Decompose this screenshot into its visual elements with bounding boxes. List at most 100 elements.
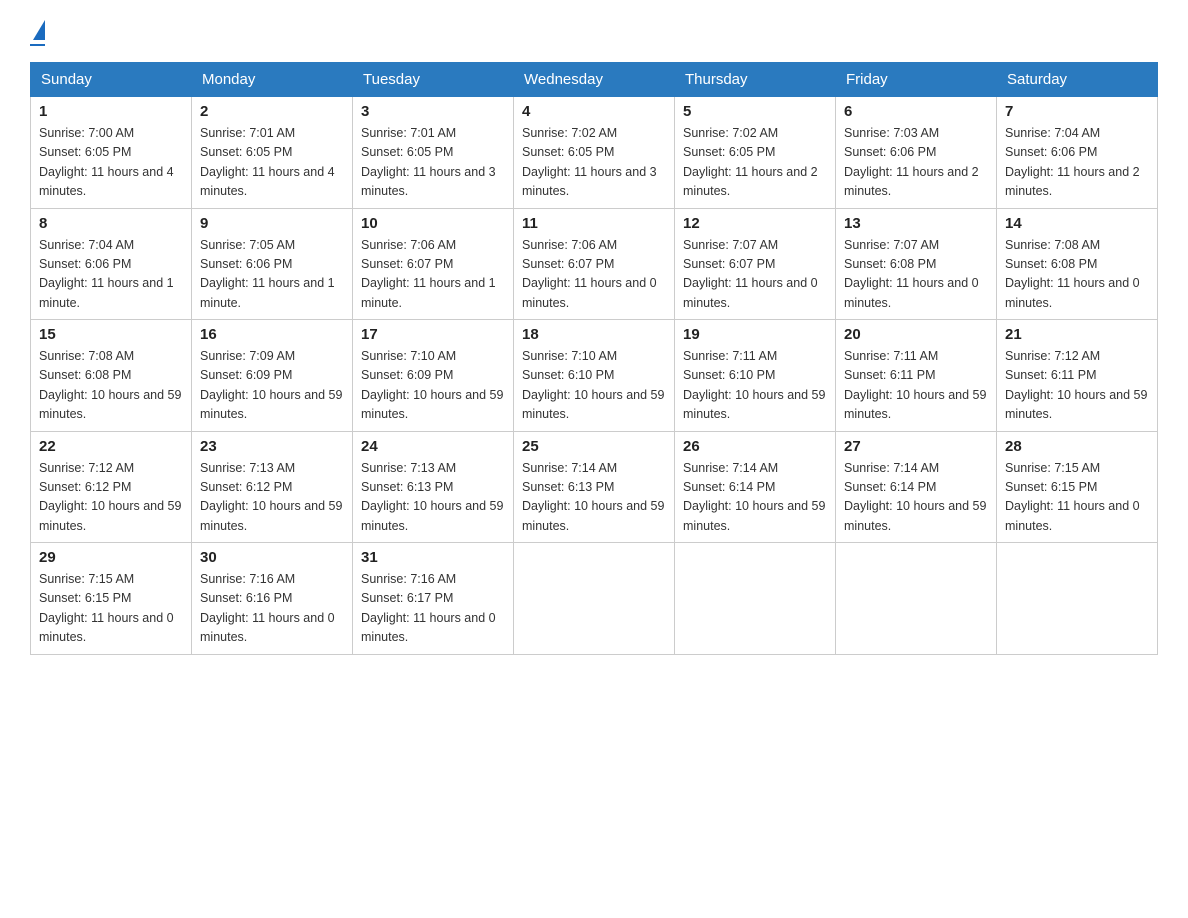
calendar-day-cell: 24 Sunrise: 7:13 AMSunset: 6:13 PMDaylig… bbox=[353, 431, 514, 543]
day-number: 10 bbox=[361, 215, 505, 232]
calendar-day-cell: 6 Sunrise: 7:03 AMSunset: 6:06 PMDayligh… bbox=[836, 97, 997, 209]
day-info: Sunrise: 7:12 AMSunset: 6:12 PMDaylight:… bbox=[39, 461, 181, 533]
day-info: Sunrise: 7:16 AMSunset: 6:17 PMDaylight:… bbox=[361, 572, 496, 644]
day-info: Sunrise: 7:15 AMSunset: 6:15 PMDaylight:… bbox=[1005, 461, 1140, 533]
day-number: 4 bbox=[522, 103, 666, 120]
day-info: Sunrise: 7:14 AMSunset: 6:13 PMDaylight:… bbox=[522, 461, 664, 533]
calendar-table: SundayMondayTuesdayWednesdayThursdayFrid… bbox=[30, 62, 1158, 655]
calendar-day-cell bbox=[675, 543, 836, 655]
day-info: Sunrise: 7:15 AMSunset: 6:15 PMDaylight:… bbox=[39, 572, 174, 644]
day-info: Sunrise: 7:13 AMSunset: 6:12 PMDaylight:… bbox=[200, 461, 342, 533]
calendar-week-row: 22 Sunrise: 7:12 AMSunset: 6:12 PMDaylig… bbox=[31, 431, 1158, 543]
day-info: Sunrise: 7:03 AMSunset: 6:06 PMDaylight:… bbox=[844, 126, 979, 198]
day-number: 13 bbox=[844, 215, 988, 232]
calendar-day-cell: 3 Sunrise: 7:01 AMSunset: 6:05 PMDayligh… bbox=[353, 97, 514, 209]
day-number: 1 bbox=[39, 103, 183, 120]
day-number: 11 bbox=[522, 215, 666, 232]
day-number: 31 bbox=[361, 549, 505, 566]
calendar-day-cell: 28 Sunrise: 7:15 AMSunset: 6:15 PMDaylig… bbox=[997, 431, 1158, 543]
calendar-day-cell: 10 Sunrise: 7:06 AMSunset: 6:07 PMDaylig… bbox=[353, 208, 514, 320]
day-number: 14 bbox=[1005, 215, 1149, 232]
day-number: 17 bbox=[361, 326, 505, 343]
calendar-week-row: 8 Sunrise: 7:04 AMSunset: 6:06 PMDayligh… bbox=[31, 208, 1158, 320]
day-info: Sunrise: 7:02 AMSunset: 6:05 PMDaylight:… bbox=[522, 126, 657, 198]
day-info: Sunrise: 7:14 AMSunset: 6:14 PMDaylight:… bbox=[844, 461, 986, 533]
calendar-day-cell: 19 Sunrise: 7:11 AMSunset: 6:10 PMDaylig… bbox=[675, 320, 836, 432]
day-info: Sunrise: 7:12 AMSunset: 6:11 PMDaylight:… bbox=[1005, 349, 1147, 421]
calendar-day-cell: 29 Sunrise: 7:15 AMSunset: 6:15 PMDaylig… bbox=[31, 543, 192, 655]
calendar-day-cell: 18 Sunrise: 7:10 AMSunset: 6:10 PMDaylig… bbox=[514, 320, 675, 432]
day-number: 3 bbox=[361, 103, 505, 120]
calendar-day-cell: 14 Sunrise: 7:08 AMSunset: 6:08 PMDaylig… bbox=[997, 208, 1158, 320]
calendar-day-cell: 25 Sunrise: 7:14 AMSunset: 6:13 PMDaylig… bbox=[514, 431, 675, 543]
logo bbox=[30, 20, 45, 46]
header-friday: Friday bbox=[836, 63, 997, 97]
day-number: 25 bbox=[522, 438, 666, 455]
day-info: Sunrise: 7:14 AMSunset: 6:14 PMDaylight:… bbox=[683, 461, 825, 533]
day-info: Sunrise: 7:11 AMSunset: 6:11 PMDaylight:… bbox=[844, 349, 986, 421]
calendar-day-cell: 1 Sunrise: 7:00 AMSunset: 6:05 PMDayligh… bbox=[31, 97, 192, 209]
day-number: 8 bbox=[39, 215, 183, 232]
header-saturday: Saturday bbox=[997, 63, 1158, 97]
day-number: 9 bbox=[200, 215, 344, 232]
day-info: Sunrise: 7:02 AMSunset: 6:05 PMDaylight:… bbox=[683, 126, 818, 198]
day-number: 2 bbox=[200, 103, 344, 120]
day-info: Sunrise: 7:07 AMSunset: 6:07 PMDaylight:… bbox=[683, 238, 818, 310]
day-number: 15 bbox=[39, 326, 183, 343]
day-info: Sunrise: 7:06 AMSunset: 6:07 PMDaylight:… bbox=[522, 238, 657, 310]
header-wednesday: Wednesday bbox=[514, 63, 675, 97]
day-info: Sunrise: 7:01 AMSunset: 6:05 PMDaylight:… bbox=[200, 126, 335, 198]
calendar-day-cell: 11 Sunrise: 7:06 AMSunset: 6:07 PMDaylig… bbox=[514, 208, 675, 320]
day-info: Sunrise: 7:11 AMSunset: 6:10 PMDaylight:… bbox=[683, 349, 825, 421]
calendar-day-cell: 12 Sunrise: 7:07 AMSunset: 6:07 PMDaylig… bbox=[675, 208, 836, 320]
calendar-week-row: 1 Sunrise: 7:00 AMSunset: 6:05 PMDayligh… bbox=[31, 97, 1158, 209]
calendar-day-cell: 9 Sunrise: 7:05 AMSunset: 6:06 PMDayligh… bbox=[192, 208, 353, 320]
calendar-day-cell: 4 Sunrise: 7:02 AMSunset: 6:05 PMDayligh… bbox=[514, 97, 675, 209]
day-number: 16 bbox=[200, 326, 344, 343]
day-number: 19 bbox=[683, 326, 827, 343]
day-info: Sunrise: 7:10 AMSunset: 6:09 PMDaylight:… bbox=[361, 349, 503, 421]
calendar-day-cell bbox=[997, 543, 1158, 655]
day-info: Sunrise: 7:00 AMSunset: 6:05 PMDaylight:… bbox=[39, 126, 174, 198]
day-number: 12 bbox=[683, 215, 827, 232]
day-info: Sunrise: 7:07 AMSunset: 6:08 PMDaylight:… bbox=[844, 238, 979, 310]
calendar-day-cell: 20 Sunrise: 7:11 AMSunset: 6:11 PMDaylig… bbox=[836, 320, 997, 432]
calendar-day-cell: 23 Sunrise: 7:13 AMSunset: 6:12 PMDaylig… bbox=[192, 431, 353, 543]
calendar-week-row: 15 Sunrise: 7:08 AMSunset: 6:08 PMDaylig… bbox=[31, 320, 1158, 432]
calendar-day-cell: 27 Sunrise: 7:14 AMSunset: 6:14 PMDaylig… bbox=[836, 431, 997, 543]
page-header bbox=[30, 20, 1158, 46]
calendar-day-cell: 26 Sunrise: 7:14 AMSunset: 6:14 PMDaylig… bbox=[675, 431, 836, 543]
day-info: Sunrise: 7:10 AMSunset: 6:10 PMDaylight:… bbox=[522, 349, 664, 421]
day-number: 23 bbox=[200, 438, 344, 455]
logo-underline bbox=[30, 44, 45, 46]
day-number: 18 bbox=[522, 326, 666, 343]
calendar-day-cell: 15 Sunrise: 7:08 AMSunset: 6:08 PMDaylig… bbox=[31, 320, 192, 432]
day-number: 29 bbox=[39, 549, 183, 566]
calendar-day-cell: 21 Sunrise: 7:12 AMSunset: 6:11 PMDaylig… bbox=[997, 320, 1158, 432]
day-info: Sunrise: 7:01 AMSunset: 6:05 PMDaylight:… bbox=[361, 126, 496, 198]
day-number: 30 bbox=[200, 549, 344, 566]
day-info: Sunrise: 7:09 AMSunset: 6:09 PMDaylight:… bbox=[200, 349, 342, 421]
day-number: 6 bbox=[844, 103, 988, 120]
day-number: 26 bbox=[683, 438, 827, 455]
calendar-day-cell: 17 Sunrise: 7:10 AMSunset: 6:09 PMDaylig… bbox=[353, 320, 514, 432]
calendar-header-row: SundayMondayTuesdayWednesdayThursdayFrid… bbox=[31, 63, 1158, 97]
calendar-day-cell: 7 Sunrise: 7:04 AMSunset: 6:06 PMDayligh… bbox=[997, 97, 1158, 209]
calendar-day-cell: 2 Sunrise: 7:01 AMSunset: 6:05 PMDayligh… bbox=[192, 97, 353, 209]
day-info: Sunrise: 7:08 AMSunset: 6:08 PMDaylight:… bbox=[1005, 238, 1140, 310]
calendar-day-cell: 5 Sunrise: 7:02 AMSunset: 6:05 PMDayligh… bbox=[675, 97, 836, 209]
calendar-day-cell: 8 Sunrise: 7:04 AMSunset: 6:06 PMDayligh… bbox=[31, 208, 192, 320]
day-number: 7 bbox=[1005, 103, 1149, 120]
day-number: 21 bbox=[1005, 326, 1149, 343]
calendar-day-cell bbox=[514, 543, 675, 655]
day-info: Sunrise: 7:16 AMSunset: 6:16 PMDaylight:… bbox=[200, 572, 335, 644]
day-number: 28 bbox=[1005, 438, 1149, 455]
logo-triangle-icon bbox=[33, 20, 45, 40]
day-info: Sunrise: 7:04 AMSunset: 6:06 PMDaylight:… bbox=[1005, 126, 1140, 198]
day-info: Sunrise: 7:08 AMSunset: 6:08 PMDaylight:… bbox=[39, 349, 181, 421]
header-sunday: Sunday bbox=[31, 63, 192, 97]
day-number: 24 bbox=[361, 438, 505, 455]
day-info: Sunrise: 7:06 AMSunset: 6:07 PMDaylight:… bbox=[361, 238, 496, 310]
day-number: 5 bbox=[683, 103, 827, 120]
calendar-day-cell: 30 Sunrise: 7:16 AMSunset: 6:16 PMDaylig… bbox=[192, 543, 353, 655]
